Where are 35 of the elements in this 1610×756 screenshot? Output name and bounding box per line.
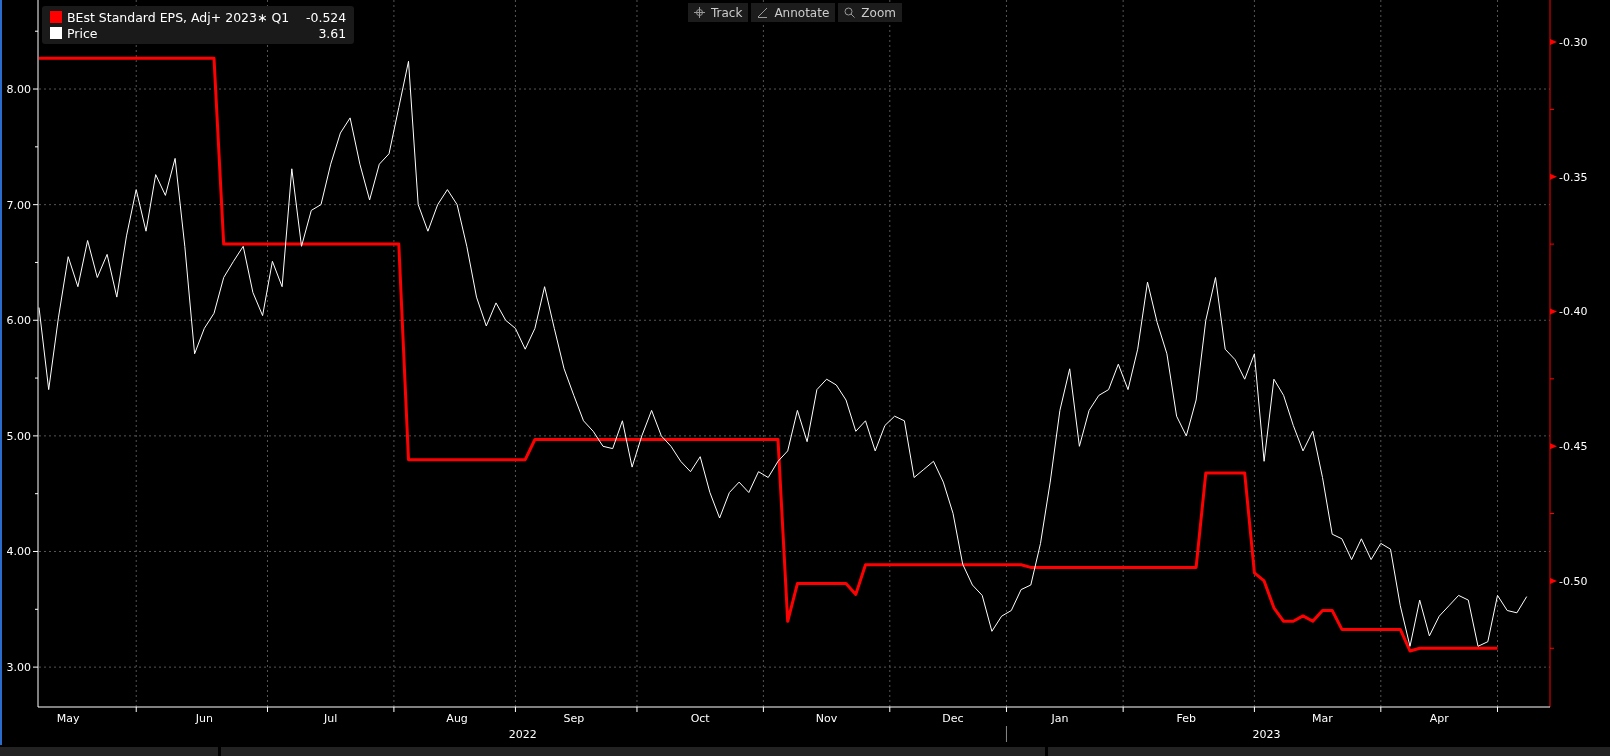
axis-label: 8.00 xyxy=(6,83,31,97)
axis-label: Feb xyxy=(1176,712,1197,725)
axis-label: Jul xyxy=(324,712,338,725)
axis-label: 7.00 xyxy=(6,198,31,212)
zoom-button[interactable]: Zoom xyxy=(838,3,902,22)
axis-label: 2023 xyxy=(1252,728,1281,741)
legend-label: BEst Standard EPS, Adj+ 2023∗ Q1 xyxy=(67,9,290,25)
crosshair-icon xyxy=(694,7,705,18)
axis-label: -0.45 xyxy=(1559,440,1588,454)
axis-label: 6.00 xyxy=(6,314,31,328)
axis-label: Mar xyxy=(1312,712,1333,725)
search-icon xyxy=(844,7,856,18)
axis-label: 2022 xyxy=(508,728,537,741)
axis-label: -0.35 xyxy=(1559,170,1588,184)
axis-label: Dec xyxy=(942,712,964,725)
pencil-icon xyxy=(757,7,769,18)
axis-label: Aug xyxy=(446,712,468,725)
axis-label: Oct xyxy=(690,712,710,725)
axis-label: Jan xyxy=(1051,712,1069,725)
axis-label: Sep xyxy=(563,712,585,725)
axis-label: -0.50 xyxy=(1559,574,1588,588)
axis-label: 4.00 xyxy=(6,545,31,559)
axis-label: Apr xyxy=(1429,712,1449,725)
legend-label: Price xyxy=(67,25,98,41)
track-button[interactable]: Track xyxy=(688,3,749,22)
annotate-button[interactable]: Annotate xyxy=(751,3,836,22)
axis-label: 3.00 xyxy=(6,661,31,675)
legend-value: -0.524 xyxy=(304,9,347,25)
axis-label: Jun xyxy=(195,712,213,725)
axis-label: -0.30 xyxy=(1559,36,1588,50)
legend-value: 3.61 xyxy=(317,25,347,41)
axis-label: Nov xyxy=(815,712,838,725)
axis-label: May xyxy=(56,712,80,725)
axis-label: -0.40 xyxy=(1559,305,1588,319)
axis-label: 5.00 xyxy=(6,429,31,443)
